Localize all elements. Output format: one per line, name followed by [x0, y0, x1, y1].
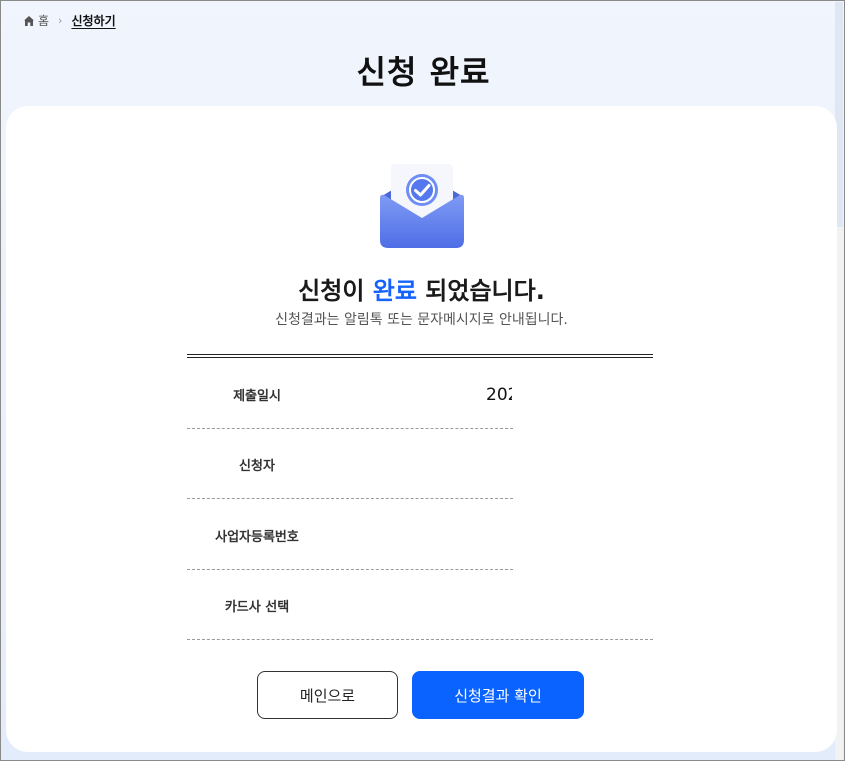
detail-row-applicant: 신청자 — [187, 429, 513, 499]
envelope-check-icon — [380, 164, 464, 248]
breadcrumb-current[interactable]: 신청하기 — [71, 12, 115, 29]
breadcrumb-home[interactable]: 홈 — [38, 12, 49, 29]
check-result-button[interactable]: 신청결과 확인 — [412, 671, 584, 719]
detail-label: 카드사 선택 — [224, 599, 290, 615]
table-top-border — [187, 354, 653, 358]
breadcrumb: 홈 › 신청하기 — [23, 12, 116, 29]
detail-label: 사업자등록번호 — [215, 529, 299, 545]
chevron-right-icon: › — [58, 14, 63, 27]
page-title: 신청 완료 — [356, 53, 491, 91]
detail-label: 신청자 — [239, 458, 275, 474]
headline-accent: 완료 — [372, 277, 417, 305]
app-window: 홈 › 신청하기 신청 완료 신청이 완료 되었습니다. 신청결과는 알림톡 또… — [0, 0, 845, 761]
detail-row-business-number: 사업자등록번호 — [187, 500, 513, 570]
detail-row-submitted-at: 제출일시 2025 — [187, 359, 513, 429]
detail-label: 제출일시 — [233, 388, 281, 404]
headline-prefix: 신청이 — [298, 277, 373, 305]
headline-suffix: 되었습니다. — [416, 277, 545, 305]
detail-row-card-company: 카드사 선택 — [187, 570, 653, 640]
result-headline: 신청이 완료 되었습니다. — [6, 271, 837, 306]
result-card: 신청이 완료 되었습니다. 신청결과는 알림톡 또는 문자메시지로 안내됩니다.… — [6, 106, 837, 752]
result-subtext: 신청결과는 알림톡 또는 문자메시지로 안내됩니다. — [275, 312, 568, 328]
home-icon — [24, 15, 34, 26]
main-button[interactable]: 메인으로 — [257, 671, 398, 719]
detail-value: 2025 — [486, 385, 512, 405]
